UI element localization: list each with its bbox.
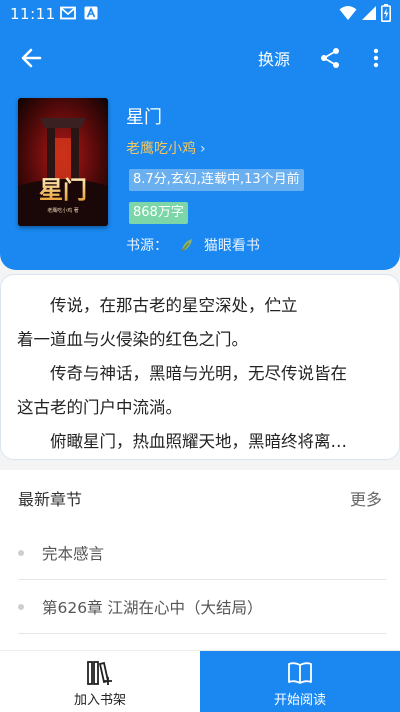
source-label: 书源： (126, 238, 168, 254)
synopsis-line: 传奇与神话，黑暗与光明，无尽传说皆在 (17, 364, 347, 383)
book-meta-tag: 8.7分,玄幻,连载中,13个月前 (129, 169, 304, 191)
cover-title-art: 星门 (39, 175, 87, 204)
status-time: 11:11 (10, 5, 56, 23)
bookshelf-add-icon (87, 661, 112, 685)
latest-chapters-heading: 最新章节 (18, 490, 83, 509)
book-header: 11:11 换源 星门 老鹰吃小鸡 著 星门 老鹰吃小鸡 › 8.7分,玄幻,连… (0, 0, 400, 270)
start-reading-button[interactable]: 开始阅读 (200, 651, 400, 712)
book-cover[interactable]: 星门 老鹰吃小鸡 著 (18, 98, 108, 226)
cover-author-art: 老鹰吃小鸡 著 (47, 207, 79, 214)
wifi-icon (339, 6, 357, 20)
toolbar: 换源 (0, 34, 400, 82)
add-to-shelf-button[interactable]: 加入书架 (0, 651, 200, 712)
synopsis-line: 这古老的门户中流淌。 (17, 398, 182, 417)
add-to-shelf-label: 加入书架 (73, 693, 126, 708)
mail-icon (60, 6, 76, 20)
chevron-right-icon: › (200, 141, 206, 157)
source-name: 猫眼看书 (203, 238, 260, 254)
chapter-title: 完本感言 (42, 545, 105, 563)
chapter-list-item[interactable]: 第626章 江湖在心中（大结局） (18, 580, 386, 634)
more-vert-icon[interactable] (364, 46, 388, 70)
app-notification-icon (84, 6, 98, 20)
author-name: 老鹰吃小鸡 (126, 141, 196, 157)
synopsis-line: 着一道血与火侵染的红色之门。 (17, 330, 248, 349)
chapter-title: 第626章 江湖在心中（大结局） (42, 599, 263, 617)
synopsis-line: 俯瞰星门，热血照耀天地，黑暗终将离… (17, 432, 347, 451)
chapter-list-item[interactable]: 完本感言 (18, 526, 386, 580)
book-title: 星门 (126, 107, 162, 128)
change-source-button[interactable]: 换源 (258, 46, 290, 70)
open-book-icon (288, 662, 312, 684)
bullet-dot-icon (18, 604, 24, 610)
word-count-tag: 868万字 (129, 202, 188, 224)
start-reading-label: 开始阅读 (273, 693, 326, 708)
bottom-action-bar: 加入书架 开始阅读 (0, 650, 400, 712)
synopsis-line: 传说，在那古老的星空深处，伫立 (17, 296, 298, 315)
bullet-dot-icon (18, 550, 24, 556)
author-link[interactable]: 老鹰吃小鸡 › (126, 138, 206, 158)
more-chapters-button[interactable]: 更多 (350, 486, 382, 510)
back-arrow-icon[interactable] (18, 44, 46, 72)
latest-chapters-section: 最新章节 更多 完本感言 第626章 江湖在心中（大结局） (0, 470, 400, 650)
book-synopsis[interactable]: 传说，在那古老的星空深处，伫立 着一道血与火侵染的红色之门。 传奇与神话，黑暗与… (0, 274, 400, 460)
battery-charging-icon (381, 4, 391, 22)
source-leaf-icon (182, 239, 193, 252)
share-icon[interactable] (318, 46, 342, 70)
signal-icon (362, 6, 376, 20)
status-bar: 11:11 (0, 0, 400, 28)
book-source-row[interactable]: 书源： 猫眼看书 (126, 235, 260, 255)
